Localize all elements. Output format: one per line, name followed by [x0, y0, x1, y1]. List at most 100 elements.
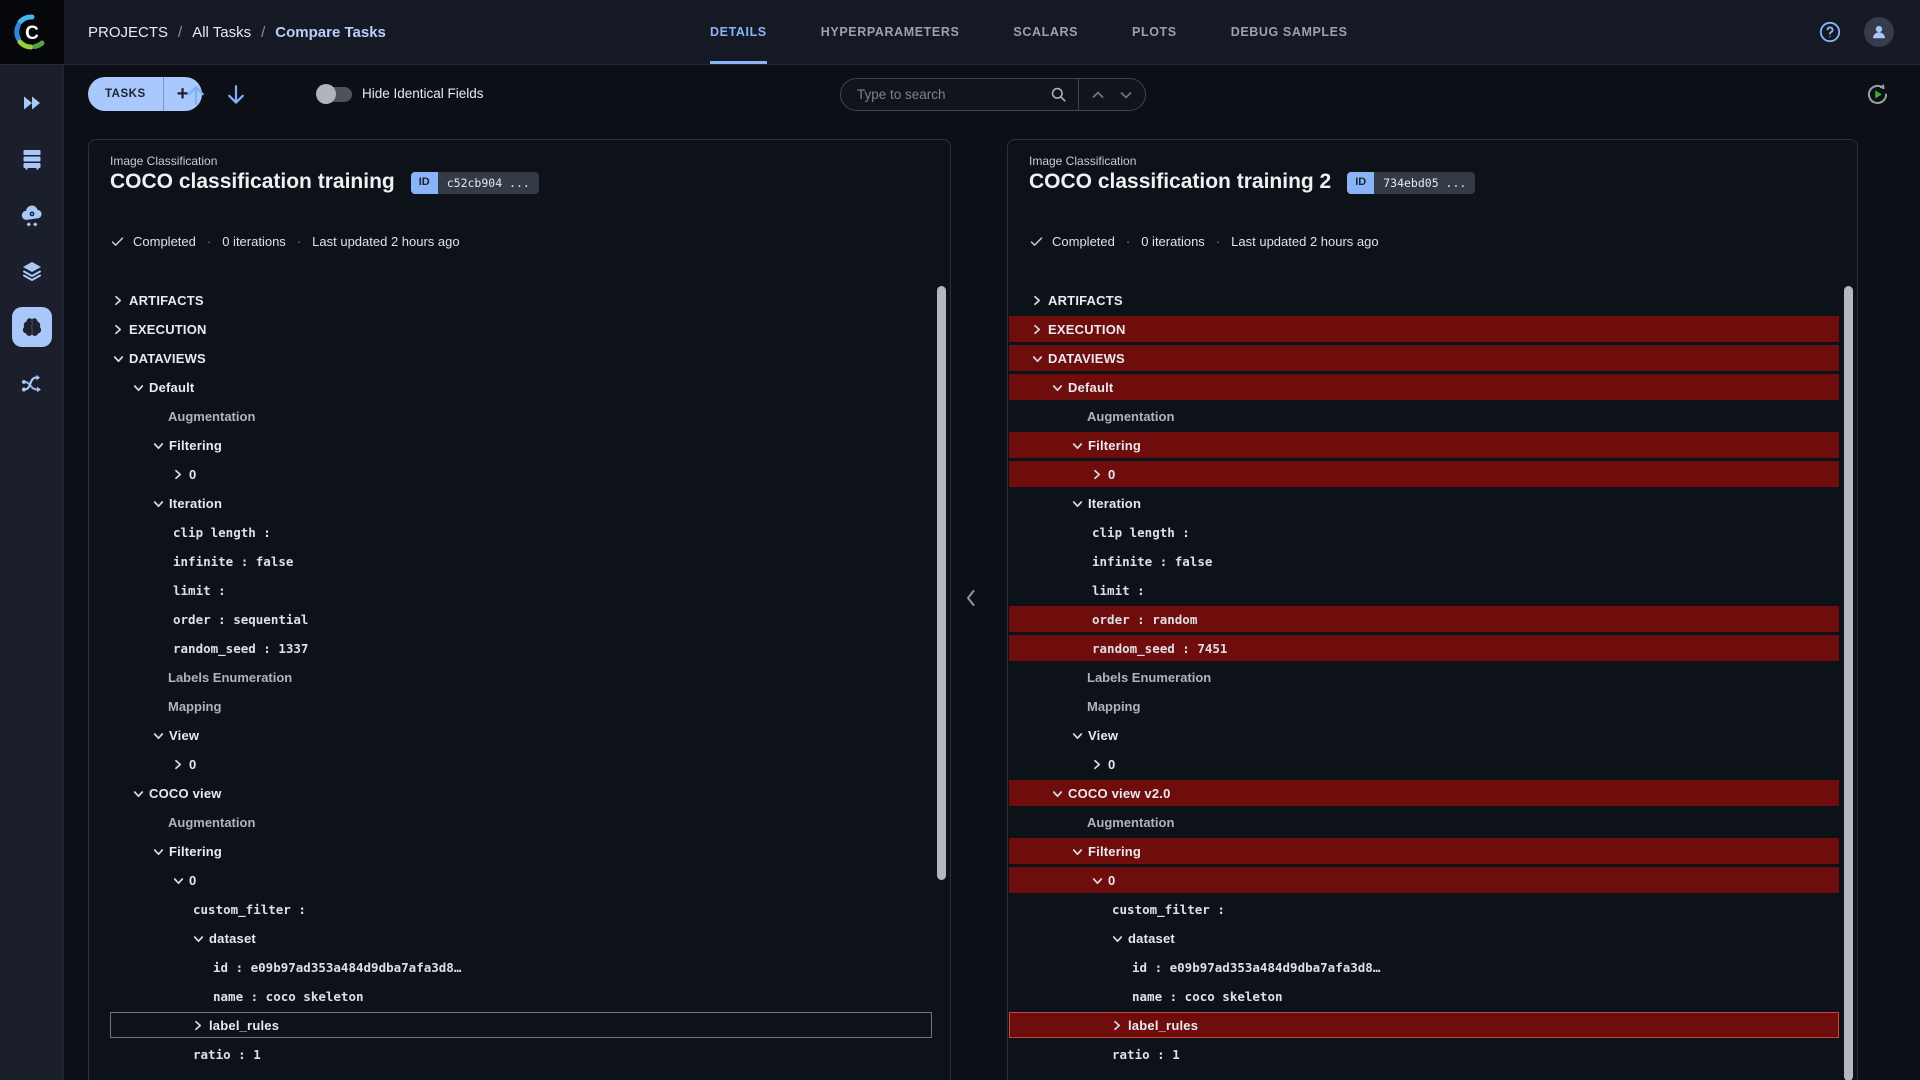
task-id-badge[interactable]: ID c52cb904 ... — [410, 172, 539, 194]
tree-row-order-random[interactable]: order : random — [1008, 605, 1857, 634]
tree-row-random-seed-7451[interactable]: random_seed : 7451 — [1008, 634, 1857, 663]
tree-row-execution[interactable]: EXECUTION — [1008, 315, 1857, 344]
tree-row-view[interactable]: View — [1008, 721, 1857, 750]
tree-row-0[interactable]: 0 — [89, 460, 950, 489]
tree-row-coco-view[interactable]: COCO view — [89, 779, 950, 808]
sidebar-icon-workers[interactable] — [12, 139, 52, 179]
chevron-down-icon[interactable] — [133, 789, 149, 799]
sidebar-icon-datasets[interactable] — [12, 251, 52, 291]
tree-row-label-rules[interactable]: label_rules — [89, 1011, 950, 1040]
tree-row-artifacts[interactable]: ARTIFACTS — [89, 286, 950, 315]
tree-row-iteration[interactable]: Iteration — [1008, 489, 1857, 518]
tree-row-dataset[interactable]: dataset — [89, 924, 950, 953]
chevron-right-icon[interactable] — [113, 295, 129, 306]
tree-row-dataviews[interactable]: DATAVIEWS — [89, 344, 950, 373]
tree-row-iteration[interactable]: Iteration — [89, 489, 950, 518]
chevron-down-icon[interactable] — [1072, 731, 1088, 741]
tab-plots[interactable]: PLOTS — [1132, 0, 1177, 64]
sidebar-icon-quickstart[interactable] — [12, 83, 52, 123]
tree-row-0[interactable]: 0 — [1008, 460, 1857, 489]
search-icon[interactable] — [1049, 85, 1068, 104]
tasks-button-label[interactable]: TASKS — [88, 77, 163, 111]
chevron-down-icon[interactable] — [1112, 934, 1128, 944]
tree-row-default[interactable]: Default — [89, 373, 950, 402]
tree-row-view[interactable]: View — [89, 721, 950, 750]
chevron-right-icon[interactable] — [113, 324, 129, 335]
tree-row-execution[interactable]: EXECUTION — [89, 315, 950, 344]
tree-row-labels-enumeration[interactable]: Labels Enumeration — [1008, 663, 1857, 692]
tree-row-custom-filter[interactable]: custom_filter : — [1008, 895, 1857, 924]
tree-row-infinite-false[interactable]: infinite : false — [89, 547, 950, 576]
tree-row-order-sequential[interactable]: order : sequential — [89, 605, 950, 634]
user-avatar[interactable] — [1864, 17, 1894, 47]
tab-debug-samples[interactable]: DEBUG SAMPLES — [1231, 0, 1348, 64]
tree-row-filtering[interactable]: Filtering — [1008, 431, 1857, 460]
tree-row-clip-length[interactable]: clip length : — [1008, 518, 1857, 547]
tree-row-0[interactable]: 0 — [89, 866, 950, 895]
chevron-down-icon[interactable] — [1072, 499, 1088, 509]
chevron-down-icon[interactable] — [133, 383, 149, 393]
tree-row-0[interactable]: 0 — [1008, 866, 1857, 895]
chevron-right-icon[interactable] — [1032, 295, 1048, 306]
sidebar-icon-hyperdatasets[interactable] — [11, 307, 52, 347]
breadcrumb-compare-tasks[interactable]: Compare Tasks — [275, 24, 386, 41]
chevron-right-icon[interactable] — [1092, 759, 1108, 770]
tree-row-augmentation[interactable]: Augmentation — [89, 808, 950, 837]
tree-row-augmentation[interactable]: Augmentation — [89, 402, 950, 431]
tree-row-limit[interactable]: limit : — [1008, 576, 1857, 605]
chevron-down-icon[interactable] — [153, 499, 169, 509]
sidebar-icon-cloud[interactable] — [12, 195, 52, 235]
tree-row-id-e09b97ad353a484d9dba7afa3d8[interactable]: id : e09b97ad353a484d9dba7afa3d8… — [89, 953, 950, 982]
chevron-right-icon[interactable] — [1092, 469, 1108, 480]
search-next-button[interactable] — [1117, 88, 1145, 102]
auto-refresh-button[interactable] — [1864, 81, 1891, 113]
breadcrumb-projects[interactable]: PROJECTS — [88, 24, 168, 41]
help-icon[interactable] — [1818, 20, 1842, 44]
clearml-logo[interactable]: C — [0, 0, 64, 64]
tab-details[interactable]: DETAILS — [710, 0, 767, 64]
chevron-down-icon[interactable] — [1072, 441, 1088, 451]
tree-row-artifacts[interactable]: ARTIFACTS — [1008, 286, 1857, 315]
tree-row-label-rules[interactable]: label_rules — [1008, 1011, 1857, 1040]
chevron-down-icon[interactable] — [153, 441, 169, 451]
chevron-right-icon[interactable] — [173, 469, 189, 480]
tree-row-filtering[interactable]: Filtering — [1008, 837, 1857, 866]
tree-row-augmentation[interactable]: Augmentation — [1008, 402, 1857, 431]
chevron-right-icon[interactable] — [193, 1020, 209, 1031]
tree-row-infinite-false[interactable]: infinite : false — [1008, 547, 1857, 576]
chevron-down-icon[interactable] — [1072, 847, 1088, 857]
tree-row-mapping[interactable]: Mapping — [1008, 692, 1857, 721]
tab-hyperparameters[interactable]: HYPERPARAMETERS — [821, 0, 960, 64]
tree-row-dataviews[interactable]: DATAVIEWS — [1008, 344, 1857, 373]
tree-row-ratio-1[interactable]: ratio : 1 — [89, 1040, 950, 1069]
chevron-down-icon[interactable] — [113, 354, 129, 364]
search-prev-button[interactable] — [1079, 88, 1117, 102]
task-id-badge[interactable]: ID 734ebd05 ... — [1347, 172, 1476, 194]
tree-row-id-e09b97ad353a484d9dba7afa3d8[interactable]: id : e09b97ad353a484d9dba7afa3d8… — [1008, 953, 1857, 982]
chevron-right-icon[interactable] — [1112, 1020, 1128, 1031]
vertical-scrollbar-thumb[interactable] — [1844, 286, 1853, 1080]
chevron-down-icon[interactable] — [153, 731, 169, 741]
chevron-down-icon[interactable] — [153, 847, 169, 857]
tree-row-filtering[interactable]: Filtering — [89, 837, 950, 866]
chevron-right-icon[interactable] — [173, 759, 189, 770]
tree-row-random-seed-1337[interactable]: random_seed : 1337 — [89, 634, 950, 663]
prev-diff-button[interactable] — [182, 81, 210, 114]
chevron-down-icon[interactable] — [1052, 789, 1068, 799]
tree-row-name-coco-skeleton[interactable]: name : coco skeleton — [1008, 982, 1857, 1011]
chevron-down-icon[interactable] — [193, 934, 209, 944]
tree-row-clip-length[interactable]: clip length : — [89, 518, 950, 547]
tree-row-labels-enumeration[interactable]: Labels Enumeration — [89, 663, 950, 692]
tree-row-0[interactable]: 0 — [89, 750, 950, 779]
tree-row-augmentation[interactable]: Augmentation — [1008, 808, 1857, 837]
tree-row-ratio-1[interactable]: ratio : 1 — [1008, 1040, 1857, 1069]
tree-row-0[interactable]: 0 — [1008, 750, 1857, 779]
tree-row-dataset[interactable]: dataset — [1008, 924, 1857, 953]
tree-row-name-coco-skeleton[interactable]: name : coco skeleton — [89, 982, 950, 1011]
tab-scalars[interactable]: SCALARS — [1013, 0, 1078, 64]
tree-row-filtering[interactable]: Filtering — [89, 431, 950, 460]
chevron-right-icon[interactable] — [1032, 324, 1048, 335]
tree-row-custom-filter[interactable]: custom_filter : — [89, 895, 950, 924]
tree-row-coco-view-v2-0[interactable]: COCO view v2.0 — [1008, 779, 1857, 808]
tree-row-mapping[interactable]: Mapping — [89, 692, 950, 721]
